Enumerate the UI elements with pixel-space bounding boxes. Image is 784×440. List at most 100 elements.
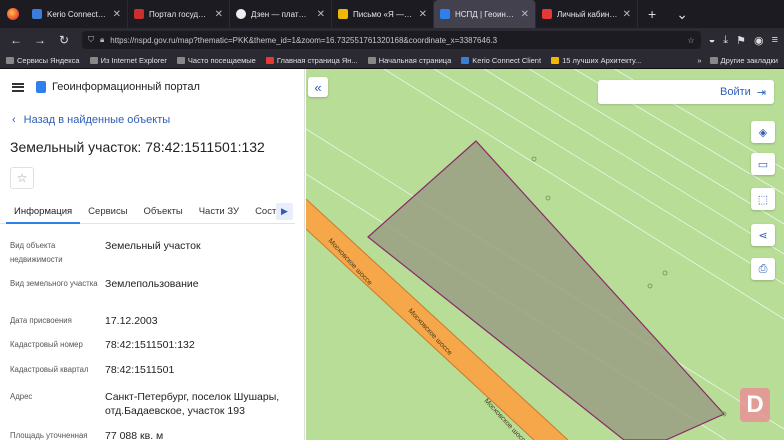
property-value: 78:42:1511501	[105, 364, 175, 376]
property-value: 78:42:1511501:132	[105, 339, 195, 351]
browser-tab-active[interactable]: НСПД | Геоинформа✕	[434, 0, 536, 28]
browser-tab[interactable]: Личный кабинет «Е✕	[536, 0, 638, 28]
property-value: 77 088 кв. м	[105, 430, 164, 440]
property-row: Вид объекта недвижимости Земельный участ…	[10, 239, 295, 267]
tabs-scroll-right-button[interactable]: ▶	[276, 203, 293, 220]
close-tab-icon[interactable]: ✕	[215, 9, 223, 20]
close-tab-icon[interactable]: ✕	[521, 9, 529, 20]
share-button[interactable]: ⋖	[751, 224, 775, 246]
property-row: Кадастровый номер 78:42:1511501:132	[10, 338, 295, 354]
bookmarks-bar: Сервисы Яндекса Из Internet Explorer Час…	[0, 52, 784, 69]
map-canvas[interactable]: Московское шоссе Московское шоссе Москов…	[306, 69, 784, 440]
bookmark-icon	[551, 56, 560, 64]
property-row: Кадастровый квартал 78:42:1511501	[10, 363, 295, 379]
folder-icon	[89, 56, 98, 64]
tab-favicon-icon	[134, 9, 144, 19]
print-button[interactable]: ⎙	[751, 258, 775, 280]
globe-icon	[367, 56, 376, 64]
yandex-icon	[265, 56, 274, 64]
reload-icon[interactable]: ↻	[54, 33, 74, 47]
property-row: Вид земельного участка Землепользование	[10, 277, 295, 305]
firefox-logo-icon[interactable]	[0, 0, 26, 28]
bookmark-star-icon[interactable]: ☆	[687, 36, 694, 45]
browser-tab[interactable]: Дзен — платформа д✕	[230, 0, 332, 28]
watermark-logo: D	[740, 388, 770, 422]
bookmark-item[interactable]: Часто посещаемые	[176, 56, 256, 65]
browser-tab[interactable]: Письмо «Я — про ✕	[332, 0, 434, 28]
tab-favicon-icon	[440, 9, 450, 19]
print-icon: ⎙	[758, 262, 768, 275]
bookmark-item[interactable]: Из Internet Explorer	[89, 56, 167, 65]
browser-tab[interactable]: Kerio Connect Client✕	[26, 0, 128, 28]
favorite-star-icon[interactable]: ☆	[10, 167, 34, 189]
folder-icon	[6, 56, 14, 64]
share-icon: ⋖	[758, 229, 768, 242]
info-panel: Геоинформационный портал ‹ Назад в найде…	[0, 69, 305, 440]
panel-header: Геоинформационный портал	[0, 69, 304, 105]
select-area-icon: ⬚	[757, 193, 769, 206]
tab-list-icon[interactable]: ⌄	[666, 6, 698, 23]
menu-icon[interactable]: ≡	[772, 34, 778, 47]
property-row: Площадь уточненная 77 088 кв. м	[10, 429, 295, 440]
pocket-icon[interactable]: ◒	[709, 34, 716, 47]
chevron-left-icon: ‹	[12, 114, 16, 126]
layers-icon: ◈	[758, 126, 768, 139]
close-tab-icon[interactable]: ✕	[419, 9, 427, 20]
property-key: Кадастровый номер	[10, 340, 83, 349]
url-text[interactable]: https://nspd.gov.ru/map?thematic=PKK&the…	[110, 36, 681, 45]
bookmark-item[interactable]: 15 лучших Архитекту...	[551, 56, 641, 65]
property-key: Вид земельного участка	[10, 279, 98, 288]
property-value: Санкт-Петербург, поселок Шушары, отд.Бад…	[105, 391, 280, 417]
account-icon[interactable]: ◉	[754, 34, 764, 47]
bookmark-item[interactable]: Сервисы Яндекса	[6, 56, 80, 65]
tab-favicon-icon	[236, 9, 246, 19]
bookmark-item[interactable]: Главная страница Ян...	[265, 56, 358, 65]
hamburger-menu-icon[interactable]	[12, 82, 24, 92]
close-tab-icon[interactable]: ✕	[317, 9, 325, 20]
back-to-results-link[interactable]: ‹ Назад в найденные объекты	[12, 114, 170, 126]
browser-navbar: ← → ↻ ⛉ 🔒︎ https://nspd.gov.ru/map?thema…	[0, 28, 784, 52]
property-value: Земельный участок	[105, 240, 201, 252]
browser-tab[interactable]: Портал государстве✕	[128, 0, 230, 28]
property-value: 17.12.2003	[105, 315, 158, 327]
layers-button[interactable]: ◈	[751, 121, 775, 143]
ruler-icon: ▭	[757, 158, 769, 171]
other-bookmarks[interactable]: Другие закладки	[709, 56, 778, 65]
address-bar[interactable]: ⛉ 🔒︎ https://nspd.gov.ru/map?thematic=PK…	[82, 31, 701, 49]
close-tab-icon[interactable]: ✕	[623, 9, 631, 20]
close-tab-icon[interactable]: ✕	[113, 9, 121, 20]
shield-icon[interactable]: ⛉	[88, 35, 94, 45]
back-arrow-icon[interactable]: ←	[6, 33, 26, 47]
extensions-icon[interactable]: ⚑	[736, 34, 746, 47]
property-key: Дата присвоения	[10, 316, 72, 325]
folder-icon	[709, 56, 718, 64]
bookmark-item[interactable]: Начальная страница	[367, 56, 451, 65]
new-tab-icon[interactable]: +	[638, 6, 666, 22]
property-value: Землепользование	[105, 278, 199, 290]
download-icon[interactable]: ⤓	[723, 34, 728, 47]
select-area-button[interactable]: ⬚	[751, 188, 775, 210]
lock-icon[interactable]: 🔒︎	[100, 35, 104, 45]
tab-services[interactable]: Сервисы	[80, 199, 135, 224]
tab-information[interactable]: Информация	[6, 199, 81, 224]
property-key: Кадастровый квартал	[10, 365, 89, 374]
property-key: Площадь уточненная	[10, 431, 88, 440]
portal-logo-icon	[36, 81, 46, 93]
tab-favicon-icon	[32, 9, 42, 19]
info-tabs: Информация Сервисы Объекты Части ЗУ Сост…	[0, 199, 295, 224]
login-icon: ⇥	[756, 86, 766, 99]
portal-brand[interactable]: Геоинформационный портал	[36, 81, 200, 93]
measure-button[interactable]: ▭	[751, 153, 775, 175]
tab-favicon-icon	[542, 9, 552, 19]
forward-arrow-icon[interactable]: →	[30, 33, 50, 47]
bookmark-item[interactable]: Kerio Connect Client	[461, 56, 541, 65]
login-button[interactable]: Войти ⇥	[598, 80, 774, 104]
tab-parts[interactable]: Части ЗУ	[191, 199, 247, 224]
collapse-panel-button[interactable]: «	[308, 77, 328, 97]
tab-objects[interactable]: Объекты	[136, 199, 191, 224]
gear-icon	[176, 56, 185, 64]
browser-tabbar: Kerio Connect Client✕ Портал государстве…	[0, 0, 784, 28]
property-key: Вид объекта недвижимости	[10, 241, 63, 264]
chevron-right-icon[interactable]: »	[697, 56, 701, 65]
property-row: Дата присвоения 17.12.2003	[10, 314, 295, 330]
